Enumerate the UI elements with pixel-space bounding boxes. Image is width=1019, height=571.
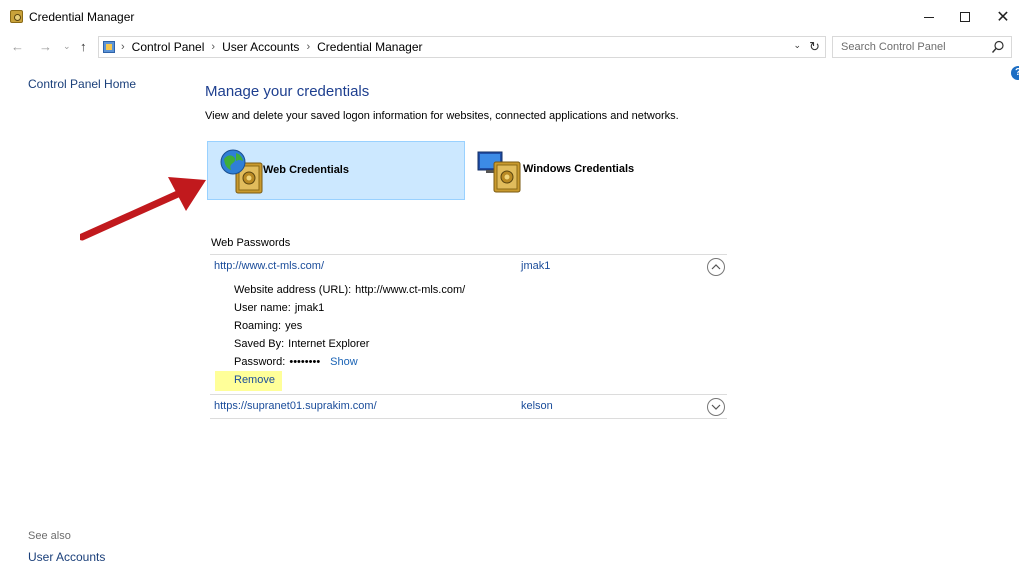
credential-user[interactable]: jmak1 [521, 260, 550, 272]
title-bar: Credential Manager ✕ [0, 0, 1019, 34]
remove-link[interactable]: Remove [234, 374, 275, 386]
breadcrumb-user-accounts[interactable]: User Accounts [222, 40, 299, 54]
divider [210, 418, 727, 419]
detail-value: yes [285, 320, 303, 332]
forward-button[interactable]: → [39, 39, 52, 54]
detail-value: Internet Explorer [288, 338, 370, 350]
refresh-button[interactable]: ↻ [809, 39, 820, 55]
credential-url[interactable]: http://www.ct-mls.com/ [214, 260, 324, 272]
detail-label: Website address (URL): [234, 284, 352, 296]
detail-label: Saved By: [234, 338, 285, 350]
breadcrumb-separator[interactable]: › [306, 41, 310, 53]
control-panel-home-link[interactable]: Control Panel Home [28, 77, 136, 91]
web-credentials-label: Web Credentials [263, 164, 349, 176]
recent-locations-button[interactable]: ⌄ [63, 41, 71, 52]
user-accounts-link[interactable]: User Accounts [28, 550, 105, 564]
navigation-bar: ← → ⌄ ↑ › Control Panel › User Accounts … [0, 36, 1019, 58]
credential-user[interactable]: kelson [521, 400, 553, 412]
breadcrumb-control-panel[interactable]: Control Panel [132, 40, 205, 54]
address-bar[interactable]: › Control Panel › User Accounts › Creden… [98, 36, 826, 58]
minimize-icon [924, 16, 934, 18]
password-mask: •••••••• [289, 356, 321, 368]
search-placeholder: Search Control Panel [841, 41, 946, 53]
search-input[interactable]: Search Control Panel [832, 36, 1012, 58]
detail-label: Password: [234, 356, 286, 368]
detail-label: Roaming: [234, 320, 282, 332]
web-credentials-icon [220, 149, 263, 194]
chevron-up-icon [711, 264, 721, 270]
close-button[interactable]: ✕ [988, 6, 1018, 28]
breadcrumb-separator[interactable]: › [211, 41, 215, 53]
windows-credentials-label: Windows Credentials [523, 163, 635, 175]
show-password-link[interactable]: Show [330, 356, 358, 368]
page-description: View and delete your saved logon informa… [205, 110, 679, 122]
collapse-button[interactable] [707, 258, 725, 276]
control-panel-icon [103, 41, 115, 53]
page-title: Manage your credentials [205, 83, 370, 100]
credential-row[interactable]: http://www.ct-mls.com/ jmak1 [210, 256, 727, 278]
breadcrumb-credential-manager[interactable]: Credential Manager [317, 40, 422, 54]
minimize-button[interactable] [914, 6, 944, 28]
breadcrumb-separator: › [121, 41, 125, 53]
credential-manager-icon [10, 10, 23, 23]
back-button[interactable]: ← [11, 39, 24, 54]
detail-value: http://www.ct-mls.com/ [355, 284, 466, 296]
expand-button[interactable] [707, 398, 725, 416]
breadcrumb: › Control Panel › User Accounts › Creden… [121, 40, 423, 54]
window-title: Credential Manager [29, 10, 135, 24]
detail-username: User name: jmak1 [234, 302, 324, 314]
red-arrow-annotation [80, 177, 206, 241]
web-passwords-heading: Web Passwords [211, 237, 291, 249]
search-icon[interactable] [991, 40, 1005, 54]
detail-value: jmak1 [294, 302, 325, 314]
maximize-button[interactable] [950, 6, 980, 28]
divider [210, 394, 727, 395]
detail-website: Website address (URL): http://www.ct-mls.… [234, 284, 465, 296]
tab-web-credentials[interactable]: Web Credentials [207, 141, 465, 200]
detail-label: User name: [234, 302, 291, 314]
credential-row[interactable]: https://supranet01.suprakim.com/ kelson [210, 396, 727, 418]
detail-password: Password: •••••••• Show [234, 356, 358, 368]
windows-credentials-icon [477, 151, 521, 193]
help-icon[interactable]: ? [1011, 66, 1019, 80]
see-also-label: See also [28, 530, 71, 542]
detail-roaming: Roaming: yes [234, 320, 302, 332]
chevron-down-icon [711, 404, 721, 410]
credential-url[interactable]: https://supranet01.suprakim.com/ [214, 400, 377, 412]
up-button[interactable]: ↑ [80, 39, 87, 54]
divider [210, 254, 727, 255]
maximize-icon [960, 12, 970, 22]
detail-saved-by: Saved By: Internet Explorer [234, 338, 369, 350]
close-icon: ✕ [996, 9, 1010, 26]
tab-windows-credentials[interactable]: Windows Credentials [476, 141, 734, 200]
address-dropdown-button[interactable]: ⌄ [793, 40, 801, 51]
